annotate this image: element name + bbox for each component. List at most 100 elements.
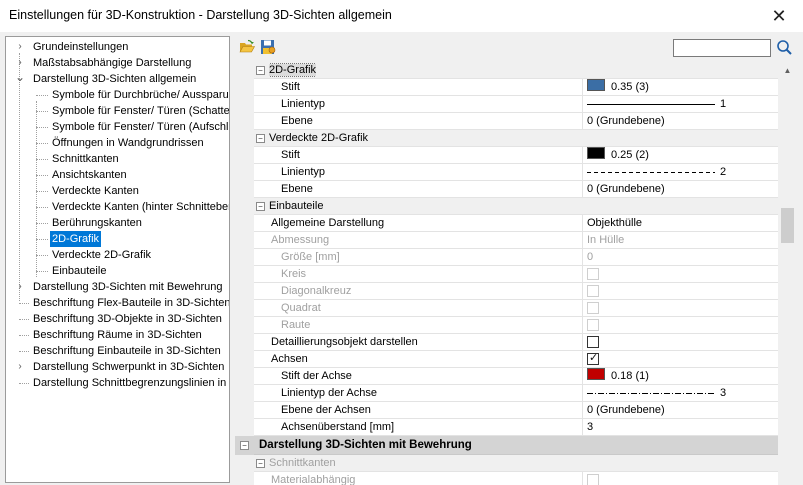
prop-name: Ebene der Achsen bbox=[281, 404, 371, 416]
tree-line bbox=[36, 95, 48, 96]
materialabhaengig-checkbox bbox=[587, 474, 599, 485]
tree-line bbox=[36, 271, 48, 272]
tree-item-massstab[interactable]: › Maßstabsabhängige Darstellung bbox=[6, 55, 229, 71]
tree-item-beschriftung-3d-objekte[interactable]: Beschriftung 3D-Objekte in 3D-Sichten bbox=[6, 311, 229, 327]
pen-color-swatch bbox=[587, 147, 605, 159]
tree-item-schnittkanten[interactable]: Schnittkanten bbox=[6, 151, 229, 167]
chevron-down-icon[interactable]: ⌄ bbox=[14, 71, 26, 87]
chevron-right-icon[interactable]: › bbox=[14, 55, 26, 71]
tree-item-schwerpunkt[interactable]: › Darstellung Schwerpunkt in 3D-Sichten bbox=[6, 359, 229, 375]
prop-detaillierungsobjekt[interactable]: Detaillierungsobjekt darstellen bbox=[235, 334, 778, 351]
tree-item-schnittbegrenzung[interactable]: Darstellung Schnittbegrenzungslinien in … bbox=[6, 375, 229, 391]
pen-value-text: 0.18 (1) bbox=[611, 370, 649, 382]
tree-item-verdeckte-2d-grafik[interactable]: Verdeckte 2D-Grafik bbox=[6, 247, 229, 263]
linetype-value[interactable]: 2 bbox=[587, 164, 767, 181]
chevron-right-icon[interactable]: › bbox=[14, 359, 26, 375]
pen-value[interactable]: 0.25 (2) bbox=[587, 147, 649, 164]
prop-linientyp-der-achse[interactable]: Linientyp der Achse 3 bbox=[235, 385, 778, 402]
prop-ebene-der-achsen[interactable]: Ebene der Achsen 0 (Grundebene) bbox=[235, 402, 778, 419]
collapse-icon[interactable]: − bbox=[256, 66, 265, 75]
prop-v-stift[interactable]: Stift 0.25 (2) bbox=[235, 147, 778, 164]
prop-achsenueberstand[interactable]: Achsenüberstand [mm] 3 bbox=[235, 419, 778, 436]
prop-name: Diagonalkreuz bbox=[281, 285, 352, 297]
pen-value-text: 0.25 (2) bbox=[611, 149, 649, 161]
chevron-right-icon[interactable]: › bbox=[14, 279, 26, 295]
collapse-icon[interactable]: − bbox=[240, 441, 249, 450]
prop-name: Stift bbox=[281, 149, 300, 161]
prop-ebene[interactable]: Ebene 0 (Grundebene) bbox=[235, 113, 778, 130]
tree-item-beschriftung-einbauteile[interactable]: Beschriftung Einbauteile in 3D-Sichten bbox=[6, 343, 229, 359]
tree-item-label: Beschriftung 3D-Objekte in 3D-Sichten bbox=[33, 313, 222, 325]
overhang-value[interactable]: 3 bbox=[587, 419, 593, 436]
linetype-value[interactable]: 1 bbox=[587, 96, 767, 113]
category-2d-grafik[interactable]: − 2D-Grafik bbox=[235, 62, 778, 79]
tree-item-beschriftung-raeume[interactable]: Beschriftung Räume in 3D-Sichten bbox=[6, 327, 229, 343]
scrollbar-thumb[interactable] bbox=[781, 208, 794, 243]
layer-value[interactable]: 0 (Grundebene) bbox=[587, 181, 665, 198]
section-3d-bewehrung[interactable]: − Darstellung 3D-Sichten mit Bewehrung bbox=[235, 436, 778, 455]
vertical-scrollbar[interactable]: ▲ bbox=[779, 62, 796, 485]
tree-item-beschriftung-flex[interactable]: Beschriftung Flex-Bauteile in 3D-Sichten bbox=[6, 295, 229, 311]
tree-item-3d-allgemein[interactable]: ⌄ Darstellung 3D-Sichten allgemein bbox=[6, 71, 229, 87]
search-input[interactable] bbox=[673, 39, 771, 57]
linetype-value[interactable]: 3 bbox=[587, 385, 767, 402]
folder-open-icon[interactable] bbox=[239, 39, 256, 55]
prop-stift[interactable]: Stift 0.35 (3) bbox=[235, 79, 778, 96]
tree-item-fenster-aufschlag[interactable]: Symbole für Fenster/ Türen (Aufschla bbox=[6, 119, 229, 135]
tree-item-verdeckte-kanten[interactable]: Verdeckte Kanten bbox=[6, 183, 229, 199]
prop-v-linientyp[interactable]: Linientyp 2 bbox=[235, 164, 778, 181]
prop-achsen[interactable]: Achsen ✓ bbox=[235, 351, 778, 368]
pen-value-text: 0.35 (3) bbox=[611, 81, 649, 93]
linetype-number: 2 bbox=[720, 166, 727, 178]
tree-item-label: Öffnungen in Wandgrundrissen bbox=[52, 137, 204, 149]
tree-item-3d-bewehrung[interactable]: › Darstellung 3D-Sichten mit Bewehrung bbox=[6, 279, 229, 295]
tree-item-beruehrungskanten[interactable]: Berührungskanten bbox=[6, 215, 229, 231]
tree-item-label: Darstellung Schnittbegrenzungslinien in … bbox=[33, 377, 230, 389]
prop-v-ebene[interactable]: Ebene 0 (Grundebene) bbox=[235, 181, 778, 198]
prop-allgemeine-darstellung[interactable]: Allgemeine Darstellung Objekthülle bbox=[235, 215, 778, 232]
magnifier-icon[interactable] bbox=[776, 39, 793, 57]
scroll-up-icon[interactable]: ▲ bbox=[779, 62, 796, 79]
tree-item-fenster-schatten[interactable]: Symbole für Fenster/ Türen (Schatter bbox=[6, 103, 229, 119]
tree-line bbox=[36, 223, 48, 224]
prop-name: Abmessung bbox=[271, 234, 330, 246]
tree-item-2d-grafik[interactable]: 2D-Grafik bbox=[6, 231, 229, 247]
tree-item-label-selected: 2D-Grafik bbox=[50, 231, 102, 247]
detaillierungsobjekt-checkbox[interactable] bbox=[587, 336, 599, 348]
section-label: Darstellung 3D-Sichten mit Bewehrung bbox=[259, 439, 472, 451]
category-einbauteile[interactable]: − Einbauteile bbox=[235, 198, 778, 215]
tree-line bbox=[36, 239, 48, 240]
close-icon[interactable]: ✕ bbox=[768, 5, 790, 27]
display-mode-value[interactable]: Objekthülle bbox=[587, 215, 642, 232]
tree-line bbox=[19, 335, 29, 336]
layer-value[interactable]: 0 (Grundebene) bbox=[587, 113, 665, 130]
tree-item-einbauteile[interactable]: Einbauteile bbox=[6, 263, 229, 279]
collapse-icon[interactable]: − bbox=[256, 459, 265, 468]
tree-item-durchbrueche[interactable]: Symbole für Durchbrüche/ Aussparun bbox=[6, 87, 229, 103]
save-settings-icon[interactable] bbox=[260, 39, 276, 55]
diagonalkreuz-checkbox bbox=[587, 285, 599, 297]
layer-value[interactable]: 0 (Grundebene) bbox=[587, 402, 665, 419]
tree-item-ansichtskanten[interactable]: Ansichtskanten bbox=[6, 167, 229, 183]
prop-name: Größe [mm] bbox=[281, 251, 340, 263]
tree-item-verdeckte-kanten-hinter[interactable]: Verdeckte Kanten (hinter Schnitteber bbox=[6, 199, 229, 215]
linetype-number: 1 bbox=[720, 98, 727, 110]
prop-groesse: Größe [mm] 0 bbox=[235, 249, 778, 266]
tree-item-label: Verdeckte Kanten bbox=[52, 185, 139, 197]
prop-name: Detaillierungsobjekt darstellen bbox=[271, 336, 418, 348]
prop-linientyp[interactable]: Linientyp 1 bbox=[235, 96, 778, 113]
category-schnittkanten[interactable]: − Schnittkanten bbox=[235, 455, 778, 472]
category-verdeckte-2d-grafik[interactable]: − Verdeckte 2D-Grafik bbox=[235, 130, 778, 147]
property-grid[interactable]: − 2D-Grafik Stift 0.35 (3) Linientyp 1 E… bbox=[235, 62, 778, 485]
collapse-icon[interactable]: − bbox=[256, 134, 265, 143]
pen-value[interactable]: 0.35 (3) bbox=[587, 79, 649, 96]
prop-stift-der-achse[interactable]: Stift der Achse 0.18 (1) bbox=[235, 368, 778, 385]
tree-item-grundeinstellungen[interactable]: › Grundeinstellungen bbox=[6, 39, 229, 55]
pen-value[interactable]: 0.18 (1) bbox=[587, 368, 649, 385]
collapse-icon[interactable]: − bbox=[256, 202, 265, 211]
chevron-right-icon[interactable]: › bbox=[14, 39, 26, 55]
achsen-checkbox[interactable]: ✓ bbox=[587, 352, 599, 365]
tree-item-oeffnungen[interactable]: Öffnungen in Wandgrundrissen bbox=[6, 135, 229, 151]
size-value: 0 bbox=[587, 251, 594, 263]
settings-tree[interactable]: › Grundeinstellungen › Maßstabsabhängige… bbox=[5, 36, 230, 483]
